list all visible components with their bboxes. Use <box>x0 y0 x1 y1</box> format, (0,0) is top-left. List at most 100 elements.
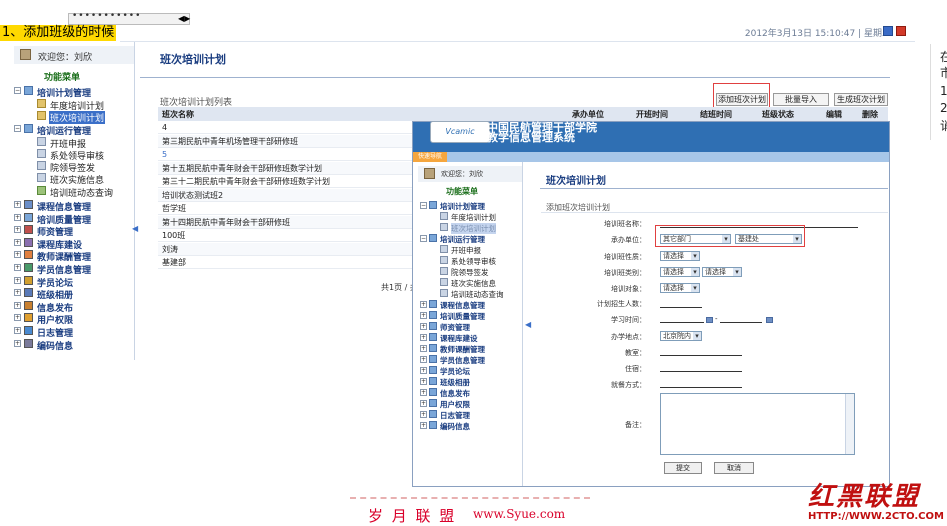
table-row[interactable]: 第三十二期民航中青年财会干部研修班数学计划 <box>158 175 416 188</box>
expand-toggle-icon[interactable]: + <box>420 312 427 319</box>
category-select-1[interactable]: 请选择 <box>660 267 700 277</box>
expand-toggle-icon[interactable]: + <box>420 411 427 418</box>
table-row[interactable]: 哲学班 <box>158 202 416 215</box>
expand-toggle-icon[interactable]: + <box>14 213 21 221</box>
table-row[interactable]: 第十五期民航中青年财会干部研修班数学计划 <box>158 161 416 175</box>
overlay-sidebar-group[interactable]: 课程信息管理 <box>440 300 485 311</box>
expand-toggle-icon[interactable]: + <box>14 264 21 271</box>
category-select-2[interactable]: 请选择 <box>702 267 742 277</box>
overlay-sidebar-item[interactable]: 培训班动态查询 <box>451 289 504 300</box>
collapse-toggle-icon[interactable]: − <box>420 235 427 242</box>
dining-input[interactable] <box>660 387 742 388</box>
overlay-sidebar-group[interactable]: 信息发布 <box>440 388 470 399</box>
overlay-sidebar-group[interactable]: 班级相册 <box>440 377 470 388</box>
organizer-dept-select[interactable]: 其它部门 <box>660 234 731 244</box>
enrollment-input[interactable] <box>660 307 702 308</box>
overlay-sidebar-group[interactable]: 课程库建设 <box>440 333 478 344</box>
overlay-sidebar-item[interactable]: 系处领导审核 <box>451 256 496 267</box>
sidebar-group[interactable]: 信息发布 <box>37 301 73 314</box>
calendar-icon[interactable] <box>706 317 713 323</box>
expand-toggle-icon[interactable]: + <box>420 301 427 308</box>
sidebar-item-class-info[interactable]: 班次实施信息 <box>50 173 104 186</box>
table-row[interactable]: 培训状态测试班2 <box>158 188 416 202</box>
overlay-sidebar-group[interactable]: 学员论坛 <box>440 366 470 377</box>
overlay-sidebar-group[interactable]: 学员信息管理 <box>440 355 485 366</box>
overlay-sidebar-item[interactable]: 年度培训计划 <box>451 212 496 223</box>
expand-toggle-icon[interactable]: + <box>420 389 427 396</box>
target-select[interactable]: 请选择 <box>660 283 700 293</box>
scroll-arrows-icon[interactable]: ◀▶ <box>178 14 190 23</box>
table-row[interactable]: 刘涛 <box>158 242 416 256</box>
sidebar-item-dynamic-query[interactable]: 培训班动态查询 <box>50 186 113 199</box>
expand-toggle-icon[interactable]: + <box>14 251 21 259</box>
expand-toggle-icon[interactable]: + <box>14 201 21 208</box>
generate-plan-button[interactable]: 生成班次计划 <box>834 93 888 106</box>
sidebar-group[interactable]: 班级相册 <box>37 288 73 301</box>
expand-toggle-icon[interactable]: + <box>420 323 427 330</box>
overlay-sidebar-group[interactable]: 教师课酬管理 <box>440 344 485 355</box>
sidebar-group[interactable]: 学员信息管理 <box>37 263 91 276</box>
overlay-sidebar-group[interactable]: 用户权限 <box>440 399 470 410</box>
table-row[interactable]: 第十四期民航中青年财会干部研修班 <box>158 215 416 229</box>
collapse-toggle-icon[interactable]: − <box>14 125 21 132</box>
expand-toggle-icon[interactable]: + <box>420 334 427 341</box>
overlay-sidebar-group[interactable]: 培训质量管理 <box>440 311 485 322</box>
overlay-sidebar-group[interactable]: 培训运行管理 <box>440 234 485 245</box>
sidebar-group[interactable]: 培训质量管理 <box>37 213 91 226</box>
sidebar-item-class-plan[interactable]: 班次培训计划 <box>49 111 106 124</box>
overlay-sidebar-group[interactable]: 师资管理 <box>440 322 470 333</box>
remark-scrollbar[interactable] <box>845 394 854 454</box>
cancel-button[interactable]: 取消 <box>714 462 754 474</box>
expand-toggle-icon[interactable]: + <box>420 356 427 363</box>
calendar-icon[interactable] <box>766 317 773 323</box>
table-row[interactable]: 4 <box>158 121 416 134</box>
expand-toggle-icon[interactable]: + <box>14 327 21 334</box>
overlay-sidebar-item[interactable]: 开班申报 <box>451 245 481 256</box>
sidebar-group-training-plan[interactable]: 培训计划管理 <box>37 86 91 99</box>
overlay-sidebar-item[interactable]: 班次实施信息 <box>451 278 496 289</box>
expand-toggle-icon[interactable]: + <box>14 301 21 309</box>
quick-nav-button[interactable]: 快速导航 <box>413 152 447 162</box>
expand-toggle-icon[interactable]: + <box>14 339 21 347</box>
table-row[interactable]: 第三期民航中青年机场管理干部研修班 <box>158 134 416 148</box>
expand-toggle-icon[interactable]: + <box>420 345 427 352</box>
overlay-collapse-icon[interactable]: ◀ <box>525 320 531 329</box>
overlay-sidebar-group[interactable]: 日志管理 <box>440 410 470 421</box>
sidebar-group[interactable]: 课程库建设 <box>37 238 82 251</box>
remark-textarea[interactable] <box>660 393 855 455</box>
location-select[interactable]: 北京院内 <box>660 331 702 341</box>
expand-toggle-icon[interactable]: + <box>14 226 21 234</box>
expand-toggle-icon[interactable]: + <box>14 289 21 297</box>
sidebar-group[interactable]: 教师课酬管理 <box>37 250 91 263</box>
batch-import-button[interactable]: 批量导入 <box>773 93 829 106</box>
table-row[interactable]: 100班 <box>158 229 416 242</box>
expand-toggle-icon[interactable]: + <box>14 314 21 322</box>
sidebar-group[interactable]: 课程信息管理 <box>37 200 91 213</box>
expand-toggle-icon[interactable]: + <box>420 400 427 407</box>
sidebar-group[interactable]: 用户权限 <box>37 313 73 326</box>
sidebar-group[interactable]: 学员论坛 <box>37 276 73 289</box>
classroom-input[interactable] <box>660 355 742 356</box>
sidebar-group[interactable]: 师资管理 <box>37 225 73 238</box>
study-end-input[interactable] <box>720 322 762 323</box>
overlay-sidebar-item[interactable]: 班次培训计划 <box>451 223 496 234</box>
submit-button[interactable]: 提交 <box>664 462 702 474</box>
study-start-input[interactable] <box>660 322 704 323</box>
minimize-icon[interactable] <box>883 26 893 36</box>
sidebar-group[interactable]: 日志管理 <box>37 326 73 339</box>
collapse-toggle-icon[interactable]: − <box>14 87 21 94</box>
expand-toggle-icon[interactable]: + <box>14 238 21 246</box>
expand-toggle-icon[interactable]: + <box>420 378 427 385</box>
expand-toggle-icon[interactable]: + <box>420 367 427 374</box>
overlay-sidebar-group[interactable]: 培训计划管理 <box>440 201 485 212</box>
table-row[interactable]: 基建部 <box>158 256 416 269</box>
overlay-sidebar-item[interactable]: 院领导签发 <box>451 267 489 278</box>
sidebar-group[interactable]: 编码信息 <box>37 339 73 352</box>
lodging-input[interactable] <box>660 371 742 372</box>
close-icon[interactable] <box>896 26 906 36</box>
expand-toggle-icon[interactable]: + <box>14 276 21 284</box>
expand-toggle-icon[interactable]: + <box>420 422 427 429</box>
nature-select[interactable]: 请选择 <box>660 251 700 261</box>
table-row[interactable]: 5 <box>158 148 416 161</box>
overlay-sidebar-group[interactable]: 编码信息 <box>440 421 470 432</box>
